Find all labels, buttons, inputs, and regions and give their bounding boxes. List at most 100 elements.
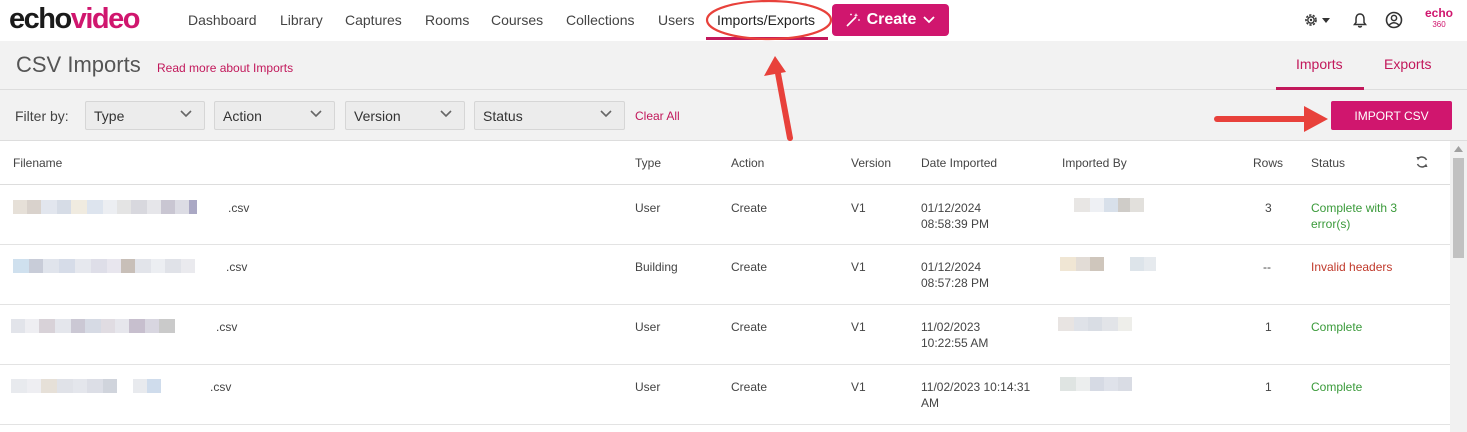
- column-version[interactable]: Version: [851, 156, 891, 170]
- cell-action: Create: [731, 320, 768, 334]
- nav-imports-exports[interactable]: Imports/Exports: [717, 12, 815, 28]
- read-more-link[interactable]: Read more about Imports: [157, 61, 293, 75]
- import-csv-label: IMPORT CSV: [1354, 108, 1429, 123]
- logo-part-echo: echo: [9, 3, 72, 35]
- cell-date-line1: 01/12/2024: [921, 260, 982, 274]
- cell-status-line1: Invalid headers: [1311, 260, 1393, 274]
- chevron-down-icon: [440, 110, 452, 118]
- version-filter-value: Version: [354, 108, 401, 124]
- column-status[interactable]: Status: [1311, 156, 1345, 170]
- column-filename[interactable]: Filename: [13, 156, 62, 170]
- scrollbar-thumb[interactable]: [1453, 158, 1464, 258]
- nav-captures[interactable]: Captures: [345, 12, 402, 28]
- filename-extension: .csv: [216, 320, 238, 334]
- cell-date-line2: 08:58:39 PM: [921, 217, 990, 231]
- bell-icon: [1353, 12, 1367, 28]
- nav-library[interactable]: Library: [280, 12, 323, 28]
- filename-extension: .csv: [226, 260, 248, 274]
- gear-icon: [1305, 14, 1317, 26]
- cell-status-line2: error(s): [1311, 217, 1351, 231]
- active-nav-indicator: [706, 37, 828, 40]
- create-label: Create: [866, 11, 917, 28]
- chevron-down-icon: [180, 110, 192, 118]
- cell-status-line1: Complete: [1311, 320, 1363, 334]
- cell-rows: --: [1263, 260, 1271, 274]
- redacted-filename: [11, 379, 161, 393]
- column-action[interactable]: Action: [731, 156, 764, 170]
- cell-date-line2: 08:57:28 PM: [921, 276, 990, 290]
- table-row[interactable]: .csv Building Create V1 01/12/2024 08:57…: [0, 245, 1450, 305]
- nav-dashboard[interactable]: Dashboard: [188, 12, 257, 28]
- create-button[interactable]: Create: [832, 4, 949, 36]
- cell-status-line1: Complete with 3: [1311, 201, 1398, 215]
- cell-type: User: [635, 201, 661, 215]
- echo360-logo[interactable]: echo 360: [1422, 6, 1456, 30]
- echovideo-logo[interactable]: echovideo: [9, 2, 141, 36]
- cell-status-line1: Complete: [1311, 380, 1363, 394]
- chevron-down-icon: [600, 110, 612, 118]
- filename-extension: .csv: [228, 201, 250, 215]
- vertical-scrollbar[interactable]: [1450, 141, 1467, 432]
- type-filter-select[interactable]: Type: [85, 101, 205, 130]
- magic-wand-icon: [846, 13, 860, 27]
- filter-label: Filter by:: [15, 108, 69, 124]
- cell-action: Create: [731, 260, 768, 274]
- nav-users[interactable]: Users: [658, 12, 695, 28]
- chevron-down-icon: [923, 16, 936, 24]
- cell-version: V1: [851, 380, 866, 394]
- tab-exports[interactable]: Exports: [1384, 56, 1431, 72]
- cell-date-line2: AM: [921, 396, 939, 410]
- type-filter-value: Type: [94, 108, 125, 124]
- filter-bar: Filter by: Type Action Version Status Cl…: [0, 90, 1467, 141]
- table-row[interactable]: .csv User Create V1 01/12/2024 08:58:39 …: [0, 185, 1450, 245]
- scroll-up-arrow-icon[interactable]: [1454, 146, 1463, 152]
- refresh-icon[interactable]: [1415, 155, 1429, 169]
- column-rows[interactable]: Rows: [1253, 156, 1283, 170]
- table-row[interactable]: .csv User Create V1 11/02/2023 10:22:55 …: [0, 305, 1450, 365]
- table-header: Filename Type Action Version Date Import…: [0, 141, 1450, 185]
- cell-type: Building: [635, 260, 678, 274]
- page-title: CSV Imports: [16, 52, 141, 77]
- cell-action: Create: [731, 201, 768, 215]
- cell-date-line1: 01/12/2024: [921, 201, 982, 215]
- table-row[interactable]: .csv User Create V1 11/02/2023 10:14:31 …: [0, 365, 1450, 425]
- filename-extension: .csv: [210, 380, 232, 394]
- cell-version: V1: [851, 320, 866, 334]
- column-imported-by[interactable]: Imported By: [1062, 156, 1127, 170]
- echo360-logo-top: echo: [1424, 6, 1453, 20]
- cell-type: User: [635, 320, 661, 334]
- status-filter-value: Status: [483, 108, 523, 124]
- clear-all-link[interactable]: Clear All: [635, 109, 680, 123]
- cell-date-line1: 11/02/2023: [921, 320, 981, 334]
- nav-rooms[interactable]: Rooms: [425, 12, 469, 28]
- redacted-filename: [11, 319, 175, 333]
- status-filter-select[interactable]: Status: [474, 101, 625, 130]
- redacted-user: [1060, 257, 1156, 271]
- user-circle-icon: [1385, 11, 1403, 29]
- action-filter-select[interactable]: Action: [214, 101, 335, 130]
- redacted-user: [1074, 198, 1144, 212]
- redacted-user: [1060, 377, 1132, 391]
- redacted-filename: [13, 200, 197, 214]
- settings-menu[interactable]: [1303, 10, 1331, 30]
- cell-version: V1: [851, 260, 866, 274]
- nav-courses[interactable]: Courses: [491, 12, 543, 28]
- logo-part-video: video: [70, 3, 141, 35]
- tab-imports[interactable]: Imports: [1296, 56, 1343, 72]
- version-filter-select[interactable]: Version: [345, 101, 465, 130]
- column-date-imported[interactable]: Date Imported: [921, 156, 997, 170]
- account-button[interactable]: [1385, 10, 1403, 30]
- notifications-button[interactable]: [1352, 10, 1368, 30]
- column-type[interactable]: Type: [635, 156, 661, 170]
- chevron-down-icon: [310, 110, 322, 118]
- cell-version: V1: [851, 201, 866, 215]
- page-header: CSV Imports Read more about Imports Impo…: [0, 41, 1467, 90]
- cell-date-line2: 10:22:55 AM: [921, 336, 989, 350]
- top-navigation: echovideo Dashboard Library Captures Roo…: [0, 0, 1467, 41]
- cell-date-line1: 11/02/2023 10:14:31: [921, 380, 1031, 394]
- nav-collections[interactable]: Collections: [566, 12, 634, 28]
- cell-rows: 3: [1265, 201, 1272, 215]
- cell-rows: 1: [1265, 320, 1272, 334]
- import-csv-button[interactable]: IMPORT CSV: [1331, 101, 1452, 130]
- caret-down-icon: [1322, 18, 1330, 23]
